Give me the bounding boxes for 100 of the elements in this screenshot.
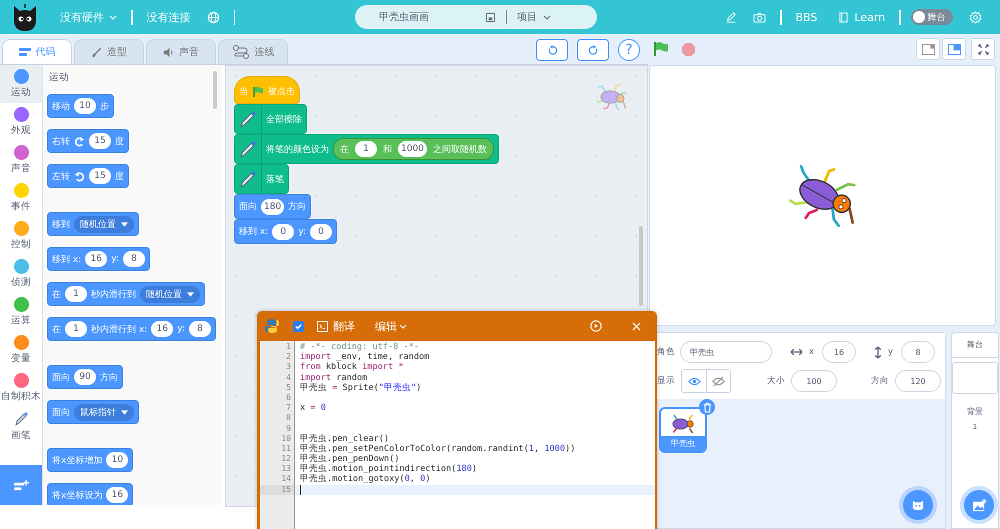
project-menu[interactable]: 项目 [517,10,551,24]
normal-stage-button[interactable] [942,38,966,60]
backdrop-thumbnail[interactable] [952,362,998,394]
palette-heading: 运动 [49,71,70,84]
category-item[interactable]: 自制积木 [0,369,42,407]
sprite-name-label: 角色 [657,346,675,358]
block-input[interactable]: 90 [74,369,96,385]
code-block[interactable]: 面向 鼠标指针 [47,400,139,424]
block-input[interactable]: 1000 [398,141,427,157]
block-dropdown[interactable]: 鼠标指针 [74,404,134,420]
rotate-right-icon [74,136,85,146]
editor-tab[interactable]: 造型 [74,39,144,64]
translate-button[interactable]: 翻译 [317,318,355,334]
code-line: # -*- coding: utf-8 -*- [299,342,420,352]
block-label: 左转 [52,170,70,182]
code-block[interactable]: 移到 x: 0 y: 0 [234,219,337,244]
category-item[interactable]: 控制 [0,217,42,255]
category-item[interactable]: 画笔 [0,407,42,445]
editor-tab[interactable]: 声音 [146,39,216,64]
pen-icon [239,140,257,158]
editor-tab[interactable]: 连线 [218,39,288,64]
stop-icon[interactable] [681,42,696,56]
code-block[interactable]: 将x坐标增加 10 [47,448,134,472]
y-field[interactable]: 8 [901,341,936,363]
run-icon[interactable] [590,320,602,332]
size-field[interactable]: 100 [791,370,837,392]
block-input[interactable]: 1 [65,286,87,302]
code-line: 甲壳虫.pen_clear() [299,434,390,444]
block-input[interactable]: 15 [89,133,111,149]
category-item[interactable]: 声音 [0,141,42,179]
block-label: 移到 [52,218,70,230]
connection-icon [232,45,250,59]
undo-button[interactable] [536,39,568,61]
block-input[interactable]: 8 [188,321,211,337]
blocks-icon [18,47,30,57]
line-number: 2 [260,352,295,362]
block-input[interactable]: 10 [106,452,128,468]
block-input[interactable]: 10 [74,98,96,114]
block-label: 将笔的颜色设为 [266,144,329,156]
small-stage-button[interactable] [916,38,940,60]
code-block[interactable]: 将笔的颜色设为 在 1 和 1000 之间取随机数 [234,134,499,164]
sprite-name-field[interactable]: 甲壳虫 [680,341,772,363]
code-block[interactable]: 移到 随机位置 [47,212,139,236]
x-field[interactable]: 16 [822,341,856,363]
code-block[interactable]: 在 1 秒内滑行到 x: 16 y: 8 [47,317,216,341]
code-block[interactable]: 面向 90 方向 [47,365,123,389]
block-input[interactable]: 8 [122,251,145,267]
block-input[interactable]: 16 [85,251,108,267]
redo-button[interactable] [577,39,609,61]
beetle-drawing [593,82,629,112]
camera-icon[interactable] [753,12,766,22]
block-input[interactable]: 16 [106,487,128,503]
block-label: 被点击 [268,86,295,98]
category-item[interactable]: 外观 [0,103,42,141]
add-sprite-button[interactable] [903,490,933,520]
code-line: 甲壳虫.motion_pointindirection(180) [299,464,478,474]
globe-icon[interactable] [206,10,220,24]
pencil-icon[interactable] [725,11,737,23]
code-block[interactable]: 移到 x: 16 y: 8 [47,247,150,271]
random-reporter-block[interactable]: 在 1 和 1000 之间取随机数 [333,138,494,160]
code-block[interactable]: 在 1 秒内滑行到 随机位置 [47,282,205,306]
edit-menu[interactable]: 编辑 [375,318,407,334]
caret-icon [121,222,128,226]
code-block[interactable]: 右转 15 度 [47,129,129,153]
block-input[interactable]: 1 [65,321,87,337]
code-block[interactable]: 面向 180 方向 [234,194,312,219]
block-dropdown[interactable]: 随机位置 [140,286,200,302]
code-block[interactable]: 左转 15 度 [47,164,129,188]
project-title[interactable]: 甲壳虫画画 [379,10,485,24]
delete-button[interactable] [699,399,715,415]
direction-field[interactable]: 120 [895,370,941,392]
fullscreen-button[interactable] [971,38,995,60]
speaker-icon [163,46,174,58]
block-dropdown[interactable]: 随机位置 [74,216,134,232]
line-number: 10 [260,434,295,444]
line-number: 12 [260,454,295,464]
checkbox[interactable] [293,320,304,332]
block-input[interactable]: 16 [151,321,174,337]
block-label: 步 [100,100,109,112]
save-icon[interactable] [485,12,496,22]
block-input[interactable]: 0 [310,224,332,240]
category-item[interactable]: 事件 [0,179,42,217]
category-item[interactable]: 运算 [0,293,42,331]
line-number: 3 [260,362,295,373]
normal-stage-icon [948,44,960,54]
code-block[interactable]: 将x坐标设为 16 [47,483,134,505]
block-input[interactable]: 15 [89,168,111,184]
category-item[interactable]: 侦测 [0,255,42,293]
close-icon[interactable] [632,322,641,330]
block-input[interactable]: 180 [261,198,284,214]
block-input[interactable]: 0 [272,224,294,240]
stage-toggle[interactable]: 舞台 [910,9,953,25]
settings-icon[interactable] [968,10,982,24]
category-item[interactable]: 变量 [0,331,42,369]
flag-icon[interactable] [653,41,669,57]
category-item[interactable]: 运动 [0,65,42,103]
add-backdrop-button[interactable] [964,490,994,520]
code-block[interactable]: 移动 10 步 [47,94,114,118]
block-input[interactable]: 1 [355,141,377,157]
redo-icon [588,44,598,56]
